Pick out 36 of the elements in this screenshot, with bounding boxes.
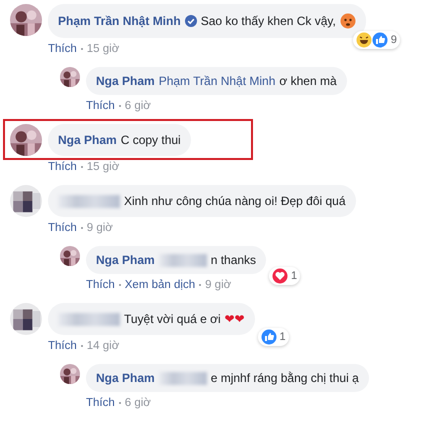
laughing-face-icon [356,32,372,48]
mention-link[interactable]: Phạm Trần Nhật Minh [158,74,276,88]
action-link[interactable]: Thích [48,43,77,55]
comment-text: Tuyệt vời quá e ơi [124,312,221,326]
timestamp: 14 giờ [86,340,120,352]
action-link[interactable]: Thích [86,397,115,409]
action-link[interactable]: Thích [86,279,115,291]
comment-text: Xinh như công chúa nàng oi! Đẹp đôi quá [124,194,346,208]
thumbs-up-icon [372,32,388,48]
author-name[interactable]: Nga Pham [96,74,155,88]
reaction-summary[interactable]: 1 [268,267,300,285]
comment-text: ơ khen mà [279,74,337,88]
comment-text: Sao ko thấy khen Ck vậy, [200,14,336,28]
timestamp: 9 giờ [86,222,113,234]
action-link[interactable]: Thích [86,100,115,112]
timestamp: 9 giờ [205,279,232,291]
author-name[interactable]: Nga Pham [96,253,155,267]
action-link[interactable]: Thích [48,161,77,173]
comment-text: C copy thui [120,133,181,147]
comment-text: n thanks [210,253,256,267]
thumbs-up-icon [260,329,277,345]
author-name[interactable]: Nga Pham [58,133,117,147]
action-link[interactable]: Xem bản dịch [124,279,196,291]
action-link[interactable]: Thích [48,340,77,352]
timestamp: 15 giờ [86,161,120,173]
timestamp: 15 giờ [86,43,120,55]
action-link[interactable]: Thích [48,222,77,234]
author-name[interactable]: Phạm Trần Nhật Minh [58,14,181,28]
author-name[interactable]: Nga Pham [96,371,155,385]
heart-emoji: ❤❤ [224,312,245,326]
face-icon [340,13,356,29]
comment-text: e mjnhf ráng bằng chị thui ạ [210,371,359,385]
reaction-summary[interactable]: 1 [258,328,289,346]
timestamp: 6 giờ [124,100,151,112]
reaction-summary[interactable]: 9 [352,31,400,49]
timestamp: 6 giờ [124,397,151,409]
